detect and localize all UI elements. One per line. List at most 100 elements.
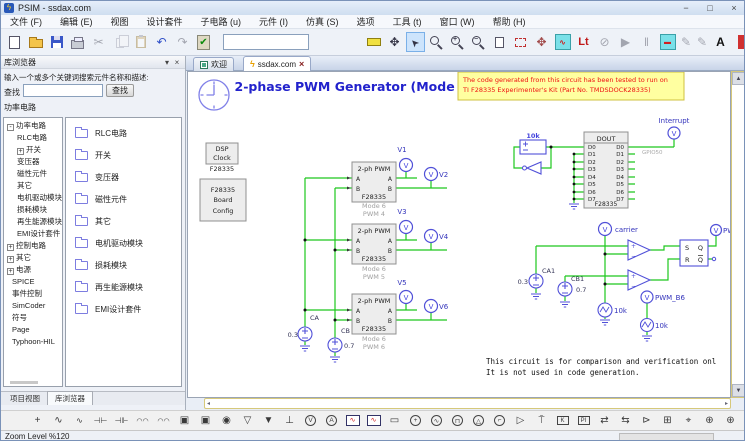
tree-item[interactable]: Typhoon-HIL xyxy=(4,336,62,348)
cut-icon[interactable]: ✂ xyxy=(89,32,108,52)
source-cb[interactable] xyxy=(328,338,342,352)
script-pen-icon[interactable]: ✎ xyxy=(679,32,693,52)
expand-icon[interactable]: + xyxy=(7,256,14,263)
sr-flipflop[interactable]: S Q R Q xyxy=(680,240,716,266)
zoom-in-icon[interactable]: + xyxy=(448,32,467,52)
diode-icon[interactable]: ▽ xyxy=(237,412,258,430)
zoom-out-icon[interactable]: − xyxy=(469,32,488,52)
new-file-icon[interactable] xyxy=(5,32,24,52)
pi-block-icon[interactable]: PI xyxy=(573,412,594,430)
dq-abc-transform-icon[interactable]: ⇆ xyxy=(615,412,636,430)
zoom-rect-icon[interactable] xyxy=(511,32,530,52)
c-script-icon[interactable]: C xyxy=(741,412,745,430)
simview-result-icon[interactable]: ▬ xyxy=(658,32,677,52)
tree-item[interactable]: 事件控制 xyxy=(4,288,62,300)
resistor-small-icon[interactable]: ∿ xyxy=(69,412,90,430)
menu-file[interactable]: 文件 (F) xyxy=(1,15,51,28)
tree-hscroll-thumb[interactable] xyxy=(10,381,38,384)
tree-item[interactable]: SPICE xyxy=(4,276,62,288)
source-ca[interactable] xyxy=(298,327,312,341)
library-folder[interactable]: 再生能源模块 xyxy=(66,276,181,298)
board-config-block[interactable]: F28335 Board Config xyxy=(200,179,246,221)
ammeter-icon[interactable]: A xyxy=(321,412,342,430)
collapse-icon[interactable]: - xyxy=(7,124,14,131)
tree-item[interactable]: 损耗模块 xyxy=(4,204,62,216)
triangle-source-icon[interactable]: △ xyxy=(468,412,489,430)
pan-hand-icon[interactable]: ✥ xyxy=(385,32,404,52)
open-file-icon[interactable] xyxy=(26,32,45,52)
inductor-icon[interactable]: ◠◠ xyxy=(132,412,153,430)
tab-welcome[interactable]: 欢迎 xyxy=(193,57,234,71)
menu-subcircuit[interactable]: 子电路 (u) xyxy=(192,15,251,28)
tree-item[interactable]: SimCoder xyxy=(4,300,62,312)
tree-item[interactable]: 变压器 xyxy=(4,156,62,168)
dc-source-icon[interactable]: + xyxy=(405,412,426,430)
transformer-3ph-icon[interactable]: ▣ xyxy=(195,412,216,430)
library-search-input[interactable] xyxy=(23,84,103,97)
dsp-clock-block[interactable]: DSP Clock F28335 xyxy=(206,143,238,173)
voltage-sensor-icon[interactable]: ⊕ xyxy=(699,412,720,430)
redo-icon[interactable]: ↷ xyxy=(173,32,192,52)
oscillator-block[interactable] xyxy=(520,140,546,174)
tree-item[interactable]: 符号 xyxy=(4,312,62,324)
wire-label-icon[interactable] xyxy=(364,32,383,52)
menu-help[interactable]: 帮助 (H) xyxy=(484,15,535,28)
tree-item[interactable]: +控制电路 xyxy=(4,240,62,252)
menu-edit[interactable]: 编辑 (E) xyxy=(51,15,102,28)
pan-page-icon[interactable]: ✥ xyxy=(532,32,551,52)
coupled-inductor-icon[interactable]: ◉ xyxy=(216,412,237,430)
stop-simulation-icon[interactable]: ⊘ xyxy=(595,32,614,52)
schematic-canvas[interactable]: 2-phase PWM Generator (Mode 6) The code … xyxy=(187,71,731,398)
tree-item[interactable]: EMI设计套件 xyxy=(4,228,62,240)
dout-block[interactable]: DOUT D0 D1 D2 D3 D4 D5 D6 D7 D0 D1 D2 D3… xyxy=(584,132,663,208)
canvas-vertical-scrollbar[interactable]: ▲ ▼ xyxy=(731,71,745,398)
summer-icon[interactable]: ⊞ xyxy=(657,412,678,430)
close-button[interactable]: × xyxy=(722,2,745,15)
scroll-left-icon[interactable]: ◂ xyxy=(207,400,210,407)
library-folder[interactable]: 损耗模块 xyxy=(66,254,181,276)
tree-item[interactable]: +其它 xyxy=(4,252,62,264)
maximize-button[interactable]: □ xyxy=(698,2,722,15)
motor-icon[interactable]: ⌖ xyxy=(678,412,699,430)
current-sensor-icon[interactable]: ⊕ xyxy=(720,412,741,430)
simview-icon[interactable]: ∿ xyxy=(553,32,572,52)
tab-close-icon[interactable]: × xyxy=(299,59,304,69)
library-folder[interactable]: 磁性元件 xyxy=(66,188,181,210)
carrier-source[interactable] xyxy=(598,303,612,317)
opamp-icon[interactable]: ▷ xyxy=(510,412,531,430)
tree-item[interactable]: +开关 xyxy=(4,144,62,156)
toolbar-search-input[interactable] xyxy=(223,34,309,50)
note-box[interactable]: The code generated from this circuit has… xyxy=(458,72,684,100)
comparator-2[interactable]: + − xyxy=(628,270,650,290)
library-folder[interactable]: 其它 xyxy=(66,210,181,232)
library-folder[interactable]: 电机驱动模块 xyxy=(66,232,181,254)
pause-simulation-icon[interactable]: ‖ xyxy=(637,32,656,52)
tree-item[interactable]: +电源 xyxy=(4,264,62,276)
square-source-icon[interactable]: ⊓ xyxy=(447,412,468,430)
sine-source-icon[interactable]: ∿ xyxy=(426,412,447,430)
transformer-icon[interactable]: ▣ xyxy=(174,412,195,430)
tab-project-view[interactable]: 项目视图 xyxy=(3,392,47,405)
current-probe-icon[interactable]: ⍑ xyxy=(531,412,552,430)
library-folder[interactable]: 变压器 xyxy=(66,166,181,188)
scope-icon[interactable]: ∿ xyxy=(342,412,363,430)
panel-dropdown-icon[interactable]: ▾ xyxy=(162,58,172,67)
menu-design-suite[interactable]: 设计套件 xyxy=(138,15,192,28)
simulate-check-icon[interactable]: ✔ xyxy=(194,32,213,52)
tree-item[interactable]: RLC电路 xyxy=(4,132,62,144)
lt-tool-icon[interactable]: Lt xyxy=(574,32,593,52)
scope-2ch-icon[interactable]: ∿ xyxy=(363,412,384,430)
run-simulation-icon[interactable]: ▶ xyxy=(616,32,635,52)
paste-icon[interactable] xyxy=(131,32,150,52)
menu-simulate[interactable]: 仿真 (S) xyxy=(297,15,348,28)
search-button[interactable]: 查找 xyxy=(106,84,134,97)
wire-plus-icon[interactable]: + xyxy=(27,412,48,430)
inductor-saturable-icon[interactable]: ◠◠ xyxy=(153,412,174,430)
tab-schematic[interactable]: ϟ ssdax.com × xyxy=(243,56,311,71)
menu-utilities[interactable]: 工具 (t) xyxy=(384,15,431,28)
script-pen2-icon[interactable]: ✎ xyxy=(695,32,709,52)
tree-item[interactable]: 再生能源模块 xyxy=(4,216,62,228)
comparator-icon[interactable]: ⊳ xyxy=(636,412,657,430)
scroll-down-icon[interactable]: ▼ xyxy=(732,384,745,397)
comparator-1[interactable]: + − xyxy=(628,240,650,260)
